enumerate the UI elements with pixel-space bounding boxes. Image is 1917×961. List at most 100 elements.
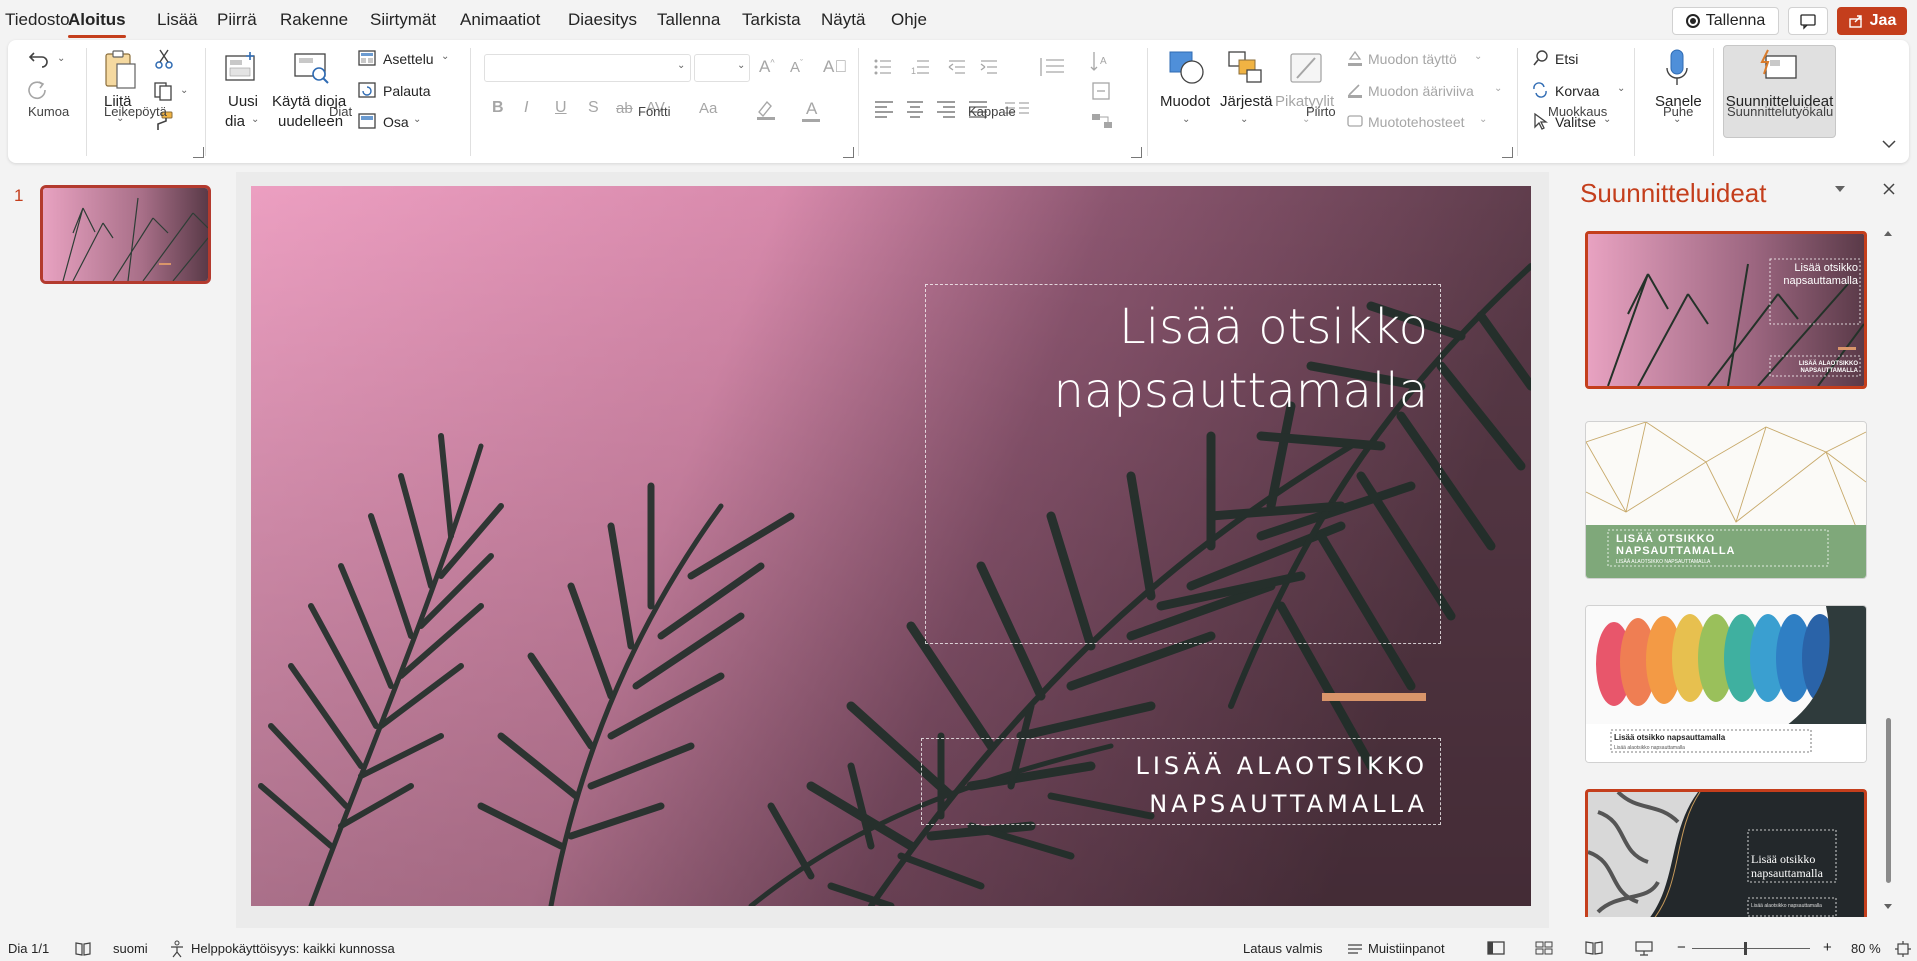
tab-ohje[interactable]: Ohje [891, 10, 927, 30]
layout-icon[interactable] [357, 49, 377, 67]
language[interactable]: suomi [113, 941, 148, 956]
redo-icon[interactable] [28, 80, 50, 102]
shape-effects-label[interactable]: Muototehosteet [1368, 114, 1465, 130]
shrink-font-icon[interactable]: Aˇ [790, 58, 803, 76]
design-idea-3[interactable]: Lisää otsikko napsauttamalla Lisää alaot… [1585, 605, 1867, 763]
clear-format-icon[interactable]: A⃥ [823, 57, 847, 77]
arrange-label[interactable]: Järjestä [1220, 92, 1273, 112]
notes-button[interactable]: Muistiinpanot [1368, 941, 1445, 956]
subtitle-placeholder[interactable]: LISÄÄ ALAOTSIKKO NAPSAUTTAMALLA [921, 738, 1441, 825]
tab-nayta[interactable]: Näytä [821, 10, 865, 30]
shape-fill-icon[interactable] [1346, 49, 1364, 67]
shadow-button[interactable]: S [588, 99, 599, 117]
normal-view-icon[interactable] [1486, 940, 1506, 956]
title-placeholder[interactable]: Lisää otsikko napsauttamalla [925, 284, 1441, 644]
copy-icon[interactable] [152, 80, 174, 102]
new-slide-icon[interactable] [222, 50, 258, 86]
bold-button[interactable]: B [492, 99, 504, 117]
shape-outline-label[interactable]: Muodon ääriviiva [1368, 83, 1474, 99]
change-case-button[interactable]: Aa [699, 100, 717, 117]
zoom-in-icon[interactable]: + [1823, 939, 1832, 956]
tab-aloitus[interactable]: Aloitus [68, 10, 126, 38]
shapes-dropdown-icon[interactable]: ⌄ [1182, 114, 1190, 125]
font-color-icon[interactable]: A [806, 99, 817, 119]
proofing-book-icon[interactable] [74, 941, 92, 957]
clipboard-launcher-icon[interactable] [193, 147, 204, 158]
cut-icon[interactable] [154, 48, 174, 70]
zoom-level[interactable]: 80 % [1851, 941, 1881, 956]
list-buttons-icon[interactable]: 1 [873, 57, 1003, 77]
section-label[interactable]: Osa [383, 114, 409, 130]
scroll-down-icon[interactable] [1883, 903, 1893, 911]
reuse-slides-icon[interactable] [292, 50, 332, 86]
design-idea-1[interactable]: Lisää otsikko napsauttamalla LISÄÄ ALAOT… [1585, 231, 1867, 389]
undo-dropdown-icon[interactable]: ⌄ [57, 53, 65, 64]
notes-icon[interactable] [1346, 941, 1364, 957]
shape-effects-icon[interactable] [1346, 112, 1364, 130]
section-icon[interactable] [357, 112, 377, 130]
tab-tiedosto[interactable]: Tiedosto [5, 10, 70, 30]
font-size-dropdown-icon[interactable]: ⌄ [737, 60, 745, 71]
fit-to-window-icon[interactable] [1894, 940, 1912, 958]
accessibility-icon[interactable] [168, 940, 186, 958]
tab-piirra[interactable]: Piirrä [217, 10, 257, 30]
smartart-icon[interactable] [1090, 110, 1116, 132]
scroll-up-icon[interactable] [1883, 229, 1893, 237]
font-name-dropdown-icon[interactable]: ⌄ [677, 60, 685, 71]
tab-tarkista[interactable]: Tarkista [742, 10, 801, 30]
tab-tallenna[interactable]: Tallenna [657, 10, 720, 30]
collapse-ribbon-icon[interactable] [1881, 138, 1897, 150]
share-button[interactable]: Jaa [1837, 7, 1907, 35]
zoom-slider[interactable] [1692, 948, 1810, 949]
close-pane-icon[interactable] [1882, 182, 1896, 196]
font-launcher-icon[interactable] [843, 147, 854, 158]
tab-diaesitys[interactable]: Diaesitys [568, 10, 637, 30]
new-slide-label-2[interactable]: dia [225, 112, 245, 132]
replace-dropdown-icon[interactable]: ⌄ [1617, 83, 1625, 94]
pane-options-icon[interactable] [1833, 184, 1847, 194]
tab-animaatiot[interactable]: Animaatiot [460, 10, 540, 30]
find-label[interactable]: Etsi [1555, 51, 1578, 67]
undo-icon[interactable] [28, 48, 52, 68]
design-idea-2[interactable]: LISÄÄ OTSIKKO NAPSAUTTAMALLA LISÄÄ ALAOT… [1585, 421, 1867, 579]
quick-styles-icon[interactable] [1287, 50, 1325, 86]
drawing-launcher-icon[interactable] [1502, 147, 1513, 158]
shape-outline-dropdown-icon[interactable]: ⌄ [1494, 83, 1502, 94]
strikethrough-button[interactable]: ab [616, 100, 633, 117]
tab-lisaa[interactable]: Lisää [157, 10, 198, 30]
slide-sorter-icon[interactable] [1534, 940, 1554, 956]
underline-button[interactable]: U [555, 99, 567, 117]
comments-button[interactable] [1788, 7, 1828, 35]
reset-label[interactable]: Palauta [383, 83, 430, 99]
grow-font-icon[interactable]: A^ [759, 57, 775, 77]
dictate-icon[interactable] [1664, 48, 1690, 88]
align-text-icon[interactable] [1090, 80, 1114, 102]
find-icon[interactable] [1532, 49, 1550, 67]
tab-siirtymat[interactable]: Siirtymät [370, 10, 436, 30]
section-dropdown-icon[interactable]: ⌄ [413, 114, 421, 125]
highlight-icon[interactable] [755, 98, 777, 120]
tab-rakenne[interactable]: Rakenne [280, 10, 348, 30]
shapes-label[interactable]: Muodot [1160, 92, 1210, 112]
new-slide-label-1[interactable]: Uusi [228, 92, 258, 112]
slide-thumbnail[interactable] [40, 185, 211, 284]
arrange-icon[interactable] [1227, 50, 1265, 86]
record-button[interactable]: Tallenna [1672, 7, 1779, 35]
replace-icon[interactable] [1530, 81, 1550, 99]
replace-label[interactable]: Korvaa [1555, 83, 1599, 99]
copy-dropdown-icon[interactable]: ⌄ [180, 85, 188, 96]
italic-button[interactable]: I [524, 99, 528, 117]
design-idea-4[interactable]: Lisää otsikko napsauttamalla Lisää alaot… [1585, 789, 1867, 917]
slide[interactable]: Lisää otsikko napsauttamalla LISÄÄ ALAOT… [251, 186, 1531, 906]
shape-fill-label[interactable]: Muodon täyttö [1368, 51, 1457, 67]
paragraph-launcher-icon[interactable] [1131, 147, 1142, 158]
arrange-dropdown-icon[interactable]: ⌄ [1240, 114, 1248, 125]
zoom-slider-thumb[interactable] [1744, 942, 1747, 955]
font-name-box[interactable] [484, 54, 691, 82]
designer-scroll-thumb[interactable] [1886, 718, 1891, 883]
paste-icon[interactable] [102, 48, 138, 92]
shapes-icon[interactable] [1168, 50, 1206, 86]
reset-icon[interactable] [357, 81, 377, 99]
layout-dropdown-icon[interactable]: ⌄ [441, 51, 449, 62]
layout-label[interactable]: Asettelu [383, 51, 434, 67]
